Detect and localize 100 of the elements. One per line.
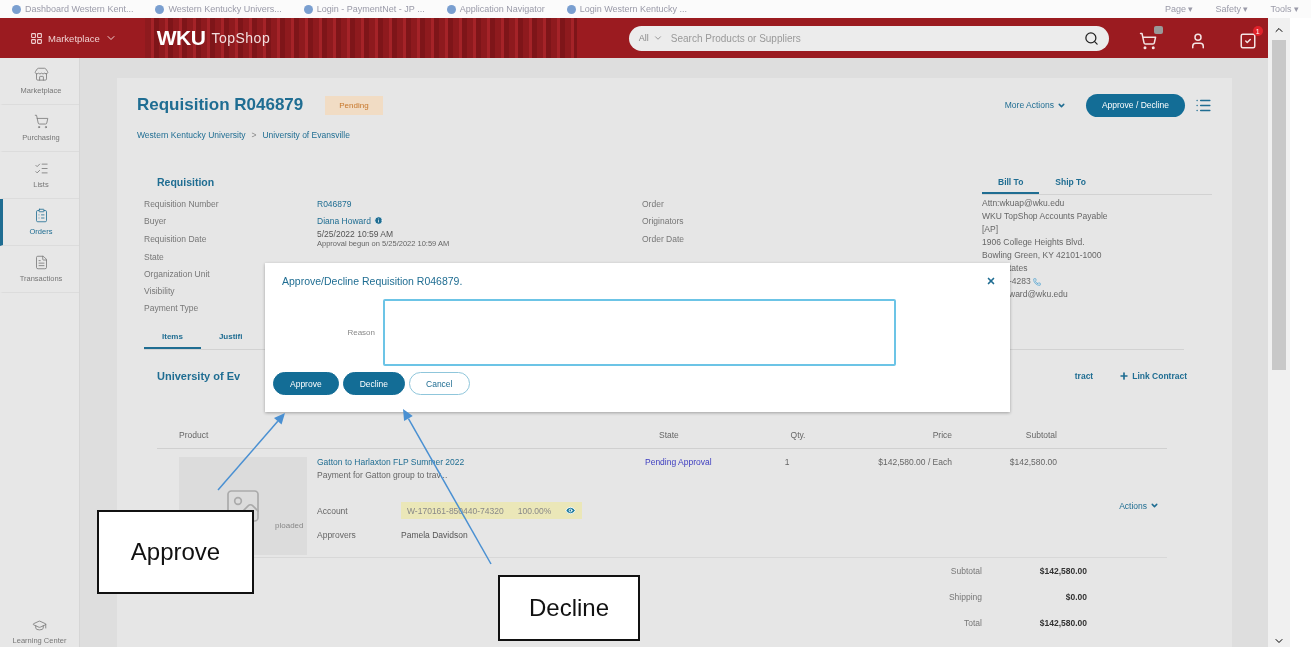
browser-menu[interactable]: Safety ▾ (1215, 4, 1249, 14)
field-label: Requisition Date (144, 233, 208, 244)
contract-link[interactable]: tract (1074, 371, 1094, 381)
content-tab[interactable]: Items (144, 332, 201, 349)
total-label: Shipping (947, 591, 982, 604)
approver-name: Pamela Davidson (401, 530, 468, 540)
dialog-title: Approve/Decline Requisition R046879. (282, 275, 463, 287)
column-header: State (658, 430, 680, 440)
checklist-icon (33, 161, 49, 176)
phone-icon (1032, 277, 1041, 286)
view-icon[interactable] (565, 505, 577, 516)
dialog-button[interactable]: Approve (273, 372, 339, 395)
favicon-icon (303, 4, 313, 14)
field-label: Visibility (144, 285, 176, 296)
column-header: Qty. (789, 430, 807, 440)
field-value: 5/25/2022 10:59 AM (317, 229, 395, 239)
address-line: Attn:wkuap@wku.edu (982, 197, 1066, 210)
account-label: Account (317, 505, 349, 516)
status-badge: Pending (325, 95, 383, 115)
cart-icon (33, 114, 49, 129)
breadcrumb-link[interactable]: University of Evansville (262, 130, 350, 140)
favorite-link[interactable]: Login - PaymentNet - JP ... (303, 4, 425, 14)
storefront-icon (33, 67, 49, 82)
reason-input[interactable] (383, 299, 896, 366)
line-subtotal: $142,580.00 (1008, 457, 1057, 469)
approve-decline-button[interactable]: Approve / Decline (1085, 93, 1185, 117)
dialog-button[interactable]: Decline (342, 372, 406, 395)
field-value[interactable]: R046879 (317, 198, 642, 209)
cart-count-badge (1153, 26, 1163, 34)
close-button[interactable] (986, 276, 996, 286)
content-tab[interactable]: Justifi (200, 332, 261, 349)
actions-menu[interactable]: Actions (1057, 457, 1167, 557)
close-icon (986, 276, 996, 286)
address-line: ward@wku.edu (1009, 288, 1068, 301)
field-label: Requisition Number (144, 198, 220, 209)
address-line: tates (1009, 262, 1028, 275)
field-label: State (144, 251, 165, 262)
favorite-link[interactable]: Application Navigator (446, 4, 545, 14)
search-field[interactable]: All Search Products or Suppliers (628, 25, 1109, 51)
approvers-label: Approvers (317, 530, 357, 540)
chevron-down-icon (652, 33, 663, 43)
marketplace-menu[interactable]: Marketplace (30, 31, 117, 45)
browser-menu[interactable]: Page ▾ (1164, 4, 1194, 14)
breadcrumb-separator: > (251, 130, 257, 140)
column-header: Subtotal (1024, 430, 1057, 440)
search-icon[interactable] (1083, 30, 1099, 46)
total-label: Total (963, 617, 982, 630)
logo-text: WKU (156, 26, 206, 50)
address-line: Bowling Green, KY 42101-1000 (982, 249, 1103, 262)
more-actions-menu[interactable]: More Actions (998, 99, 1072, 111)
quantity: 1 (783, 457, 791, 469)
grid-icon (30, 31, 43, 45)
scrollbar[interactable] (1268, 18, 1290, 647)
section-title: Requisition (156, 176, 216, 190)
field-label: Order Date (642, 233, 686, 244)
search-scope[interactable]: All (638, 33, 663, 43)
favicon-icon (12, 4, 21, 14)
reason-label: Reason (346, 328, 376, 337)
field-label: Organization Unit (144, 268, 211, 279)
callout-label: Decline (498, 575, 640, 641)
browser-menu[interactable]: Tools ▾ (1270, 4, 1299, 14)
favorite-link[interactable]: Login Western Kentucky ... (566, 4, 688, 14)
total-value: $142,580.00 (1038, 617, 1087, 630)
address-line: [AP] (982, 223, 1000, 236)
column-header: Price (931, 430, 952, 440)
caret-icon (1150, 501, 1159, 510)
item-state-link[interactable]: Pending Approval (645, 457, 712, 467)
plus-icon (1119, 371, 1130, 381)
address-line: 1906 College Heights Blvd. (982, 236, 1086, 249)
phone-number: -4283 (1009, 275, 1041, 288)
cart-button[interactable] (1138, 26, 1163, 50)
address-tab[interactable]: Bill To (982, 176, 1040, 194)
address-line: WKU TopShop Accounts Payable (982, 210, 1109, 223)
info-icon[interactable] (373, 216, 383, 225)
checkbox-icon (1238, 32, 1257, 50)
cart-icon (1138, 32, 1157, 50)
supplier-name: University of Ev (157, 370, 241, 382)
field-label: Buyer (144, 215, 168, 226)
field-label: Payment Type (144, 302, 200, 313)
unit-price: $142,580.00 / Each (877, 457, 952, 469)
favorite-link[interactable]: Dashboard Western Kent... (12, 4, 134, 14)
logo-subtitle: TopShop (211, 30, 271, 46)
total-label: Subtotal (949, 565, 982, 578)
link-contract-link[interactable]: Link Contract (1119, 371, 1187, 381)
field-label: Originators (642, 215, 685, 226)
graduation-cap-icon (32, 618, 47, 633)
total-value: $0.00 (1064, 591, 1087, 604)
favicon-icon (155, 4, 165, 14)
clipboard-icon (33, 208, 49, 223)
field-value[interactable]: Diana Howard (317, 215, 642, 226)
favicon-icon (566, 4, 576, 14)
favicon-icon (446, 4, 456, 14)
column-header: Product (178, 430, 210, 440)
breadcrumb-link[interactable]: Western Kentucky University (137, 130, 246, 140)
dialog-button[interactable]: Cancel (409, 372, 470, 395)
callout-label: Approve (97, 510, 254, 594)
address-tab[interactable]: Ship To (1039, 176, 1102, 194)
document-icon (33, 255, 49, 270)
favorite-link[interactable]: Western Kentucky Univers... (155, 4, 282, 14)
image-caption: ploaded (275, 521, 304, 530)
